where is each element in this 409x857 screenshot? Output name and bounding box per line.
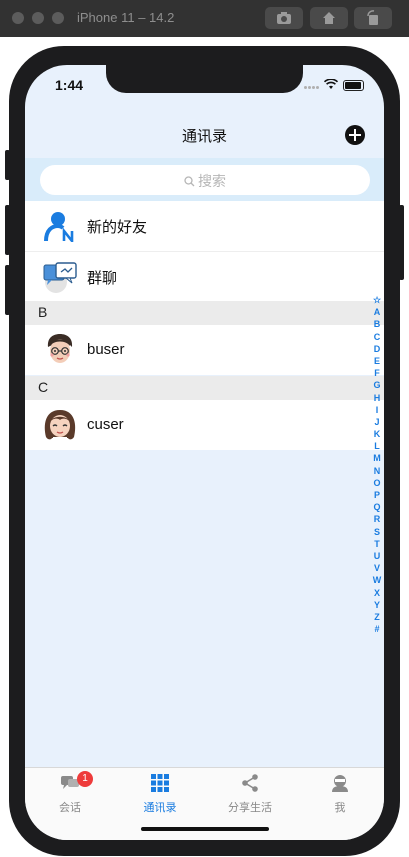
- index-letter[interactable]: Q: [371, 501, 383, 513]
- grid-icon: [151, 774, 169, 792]
- index-letter[interactable]: G: [371, 379, 383, 391]
- simulator-toolbar: iPhone 11 – 14.2: [0, 0, 409, 37]
- rotate-icon: [367, 10, 378, 25]
- avatar-buser: [47, 334, 73, 363]
- simulator-title: iPhone 11 – 14.2: [77, 10, 175, 25]
- tab-label: 分享生活: [228, 801, 272, 814]
- share-icon: [242, 774, 258, 792]
- index-letter[interactable]: A: [371, 306, 383, 318]
- new-friend-icon: [44, 212, 74, 242]
- group-chat-icon: [43, 262, 77, 293]
- contact-name: cuser: [87, 416, 124, 433]
- new-friends-label: 新的好友: [87, 218, 148, 236]
- index-letter[interactable]: L: [371, 440, 383, 452]
- rotate-button[interactable]: [354, 7, 392, 29]
- tab-share-life[interactable]: 分享生活: [205, 774, 295, 815]
- phone-screen: 1:44 通讯录 搜索 新的好友 群聊 B buser C cuser ☆ A …: [25, 65, 384, 840]
- index-letter[interactable]: I: [371, 404, 383, 416]
- close-window-button[interactable]: [12, 12, 24, 24]
- home-indicator: [141, 827, 269, 831]
- index-letter[interactable]: X: [371, 587, 383, 599]
- section-header-b: B: [25, 301, 384, 325]
- battery-icon: [343, 80, 364, 91]
- index-letter[interactable]: T: [371, 538, 383, 550]
- screenshot-button[interactable]: [265, 7, 303, 29]
- contact-name: buser: [87, 341, 125, 358]
- index-letter[interactable]: O: [371, 477, 383, 489]
- section-letter: B: [38, 304, 48, 320]
- search-input[interactable]: 搜索: [40, 165, 370, 195]
- search-bar: 搜索: [25, 158, 384, 201]
- index-letter[interactable]: M: [371, 452, 383, 464]
- home-icon: [323, 12, 335, 24]
- avatar-cuser: [44, 410, 76, 443]
- index-letter[interactable]: B: [371, 318, 383, 330]
- wifi-icon: [324, 79, 338, 89]
- signal-icon: [304, 86, 307, 89]
- status-time: 1:44: [55, 77, 84, 93]
- camera-icon: [277, 12, 291, 24]
- list-item-new-friends[interactable]: 新的好友: [25, 201, 384, 251]
- group-chat-label: 群聊: [87, 269, 118, 287]
- page-title: 通讯录: [181, 127, 227, 145]
- index-letter[interactable]: D: [371, 343, 383, 355]
- tab-me[interactable]: 我: [295, 774, 384, 815]
- index-letter[interactable]: Y: [371, 599, 383, 611]
- index-letter[interactable]: F: [371, 367, 383, 379]
- index-letter[interactable]: E: [371, 355, 383, 367]
- search-icon: [184, 176, 195, 187]
- index-letter[interactable]: Z: [371, 611, 383, 623]
- unread-badge: 1: [77, 771, 93, 787]
- contact-row-cuser[interactable]: cuser: [25, 400, 384, 450]
- index-letter[interactable]: U: [371, 550, 383, 562]
- tab-contacts[interactable]: 通讯录: [115, 774, 205, 815]
- index-letter[interactable]: P: [371, 489, 383, 501]
- index-letter[interactable]: V: [371, 562, 383, 574]
- tab-label: 通讯录: [143, 801, 177, 814]
- tab-label: 会话: [59, 801, 81, 814]
- index-letter[interactable]: S: [371, 526, 383, 538]
- status-indicators: [304, 79, 364, 92]
- section-letter: C: [38, 379, 49, 395]
- notch: [106, 65, 303, 93]
- minimize-window-button[interactable]: [32, 12, 44, 24]
- index-letter[interactable]: K: [371, 428, 383, 440]
- index-letter[interactable]: ☆: [371, 294, 383, 306]
- index-letter[interactable]: R: [371, 513, 383, 525]
- index-letter[interactable]: J: [371, 416, 383, 428]
- index-letter[interactable]: C: [371, 331, 383, 343]
- home-button[interactable]: [310, 7, 348, 29]
- person-icon: [332, 775, 348, 792]
- index-letter[interactable]: N: [371, 465, 383, 477]
- search-placeholder: 搜索: [198, 174, 226, 190]
- index-letter[interactable]: #: [371, 623, 383, 635]
- contact-row-buser[interactable]: buser: [25, 325, 384, 375]
- alphabet-index[interactable]: ☆ A B C D E F G H I J K L M N O P Q R S T U V W X Y Z #: [371, 294, 383, 635]
- add-contact-button[interactable]: [345, 125, 365, 145]
- index-letter[interactable]: W: [371, 574, 383, 586]
- index-letter[interactable]: H: [371, 392, 383, 404]
- list-item-group-chat[interactable]: 群聊: [25, 252, 384, 301]
- zoom-window-button[interactable]: [52, 12, 64, 24]
- tab-chats[interactable]: 1 会话: [25, 771, 115, 815]
- section-header-c: C: [25, 376, 384, 400]
- tab-label: 我: [334, 801, 346, 814]
